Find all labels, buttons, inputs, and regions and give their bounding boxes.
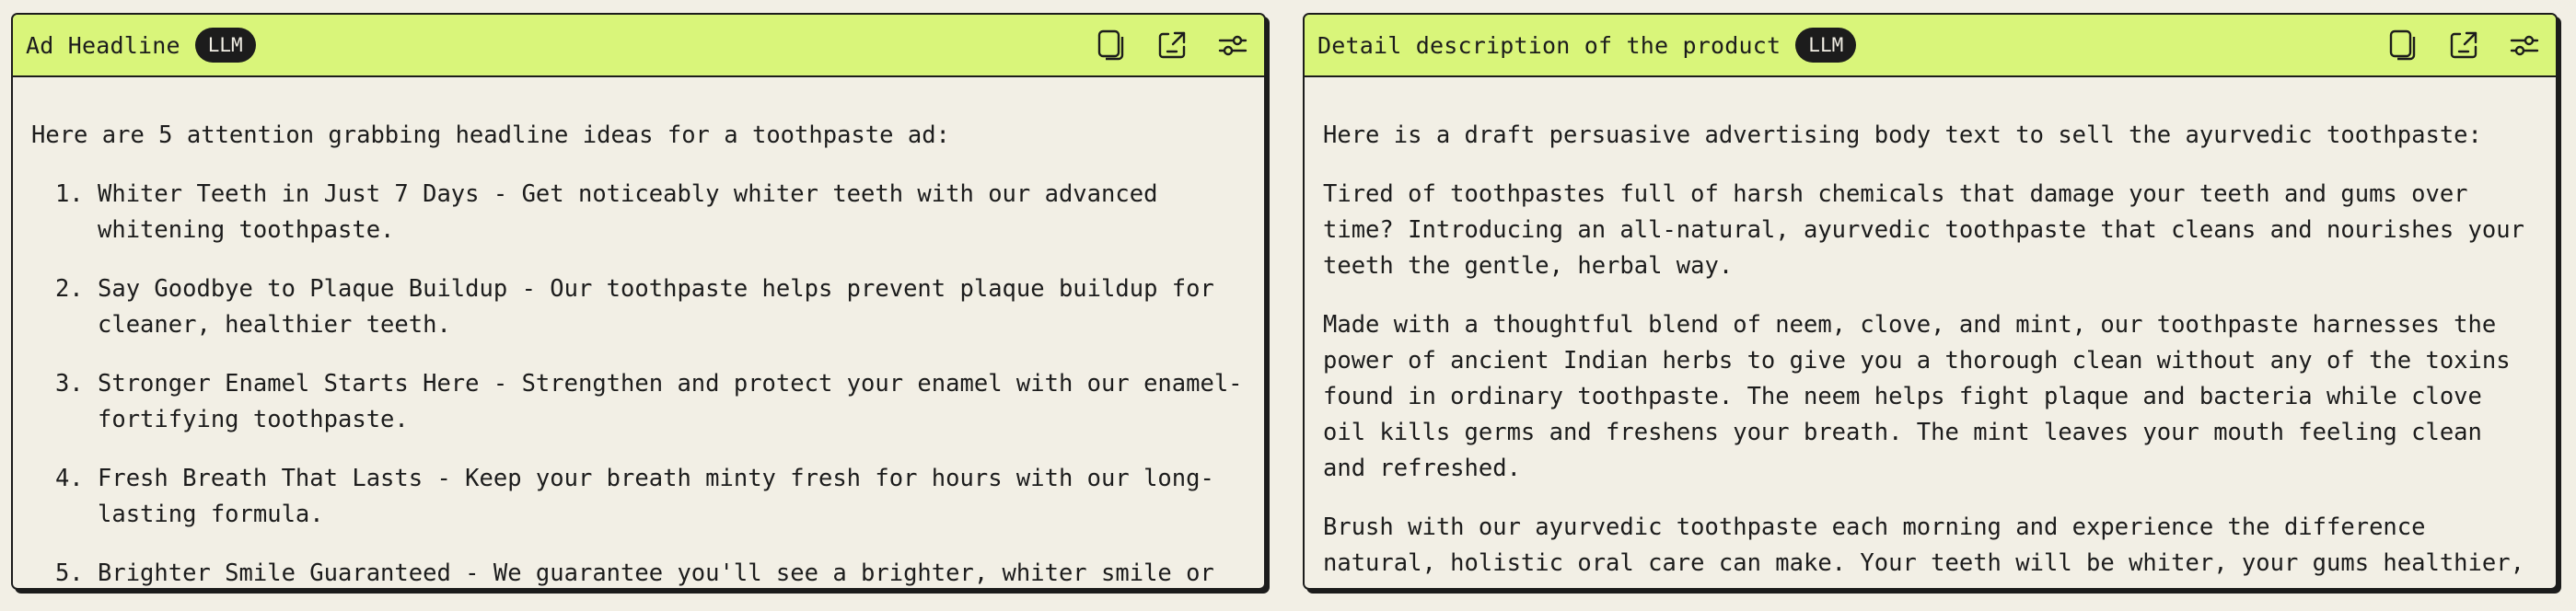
list-item: Stronger Enamel Starts Here - Strengthen… xyxy=(98,366,1244,438)
card-content: Here is a draft persuasive advertising b… xyxy=(1305,77,2556,588)
header-actions xyxy=(2386,29,2541,62)
llm-badge: LLM xyxy=(1795,28,1857,63)
list-item: Fresh Breath That Lasts - Keep your brea… xyxy=(98,461,1244,533)
headline-list: Whiter Teeth in Just 7 Days - Get notice… xyxy=(31,177,1244,588)
body-paragraph: Made with a thoughtful blend of neem, cl… xyxy=(1323,311,2511,482)
settings-sliders-icon[interactable] xyxy=(1216,29,1249,62)
copy-icon[interactable] xyxy=(2386,29,2419,62)
settings-sliders-icon[interactable] xyxy=(2508,29,2541,62)
copy-icon[interactable] xyxy=(1095,29,1128,62)
llm-badge: LLM xyxy=(194,28,256,63)
body-paragraph: Here is a draft persuasive advertising b… xyxy=(1323,121,2482,149)
list-item: Whiter Teeth in Just 7 Days - Get notice… xyxy=(98,177,1244,248)
intro-text: Here are 5 attention grabbing headline i… xyxy=(31,121,950,149)
body-paragraph: Tired of toothpastes full of harsh chemi… xyxy=(1323,180,2524,280)
card-content: Here are 5 attention grabbing headline i… xyxy=(13,77,1264,588)
ad-headline-card: Ad Headline LLM Here are 5 attention gra… xyxy=(11,13,1266,590)
export-icon[interactable] xyxy=(2447,29,2480,62)
export-icon[interactable] xyxy=(1155,29,1189,62)
body-paragraph: Brush with our ayurvedic toothpaste each… xyxy=(1323,513,2524,588)
card-title: Ad Headline xyxy=(26,31,180,59)
card-header: Detail description of the product LLM xyxy=(1305,15,2556,77)
header-actions xyxy=(1095,29,1249,62)
product-description-card: Detail description of the product LLM He… xyxy=(1303,13,2558,590)
list-item: Brighter Smile Guaranteed - We guarantee… xyxy=(98,556,1244,588)
card-header: Ad Headline LLM xyxy=(13,15,1264,77)
list-item: Say Goodbye to Plaque Buildup - Our toot… xyxy=(98,271,1244,343)
card-title: Detail description of the product xyxy=(1317,31,1781,59)
